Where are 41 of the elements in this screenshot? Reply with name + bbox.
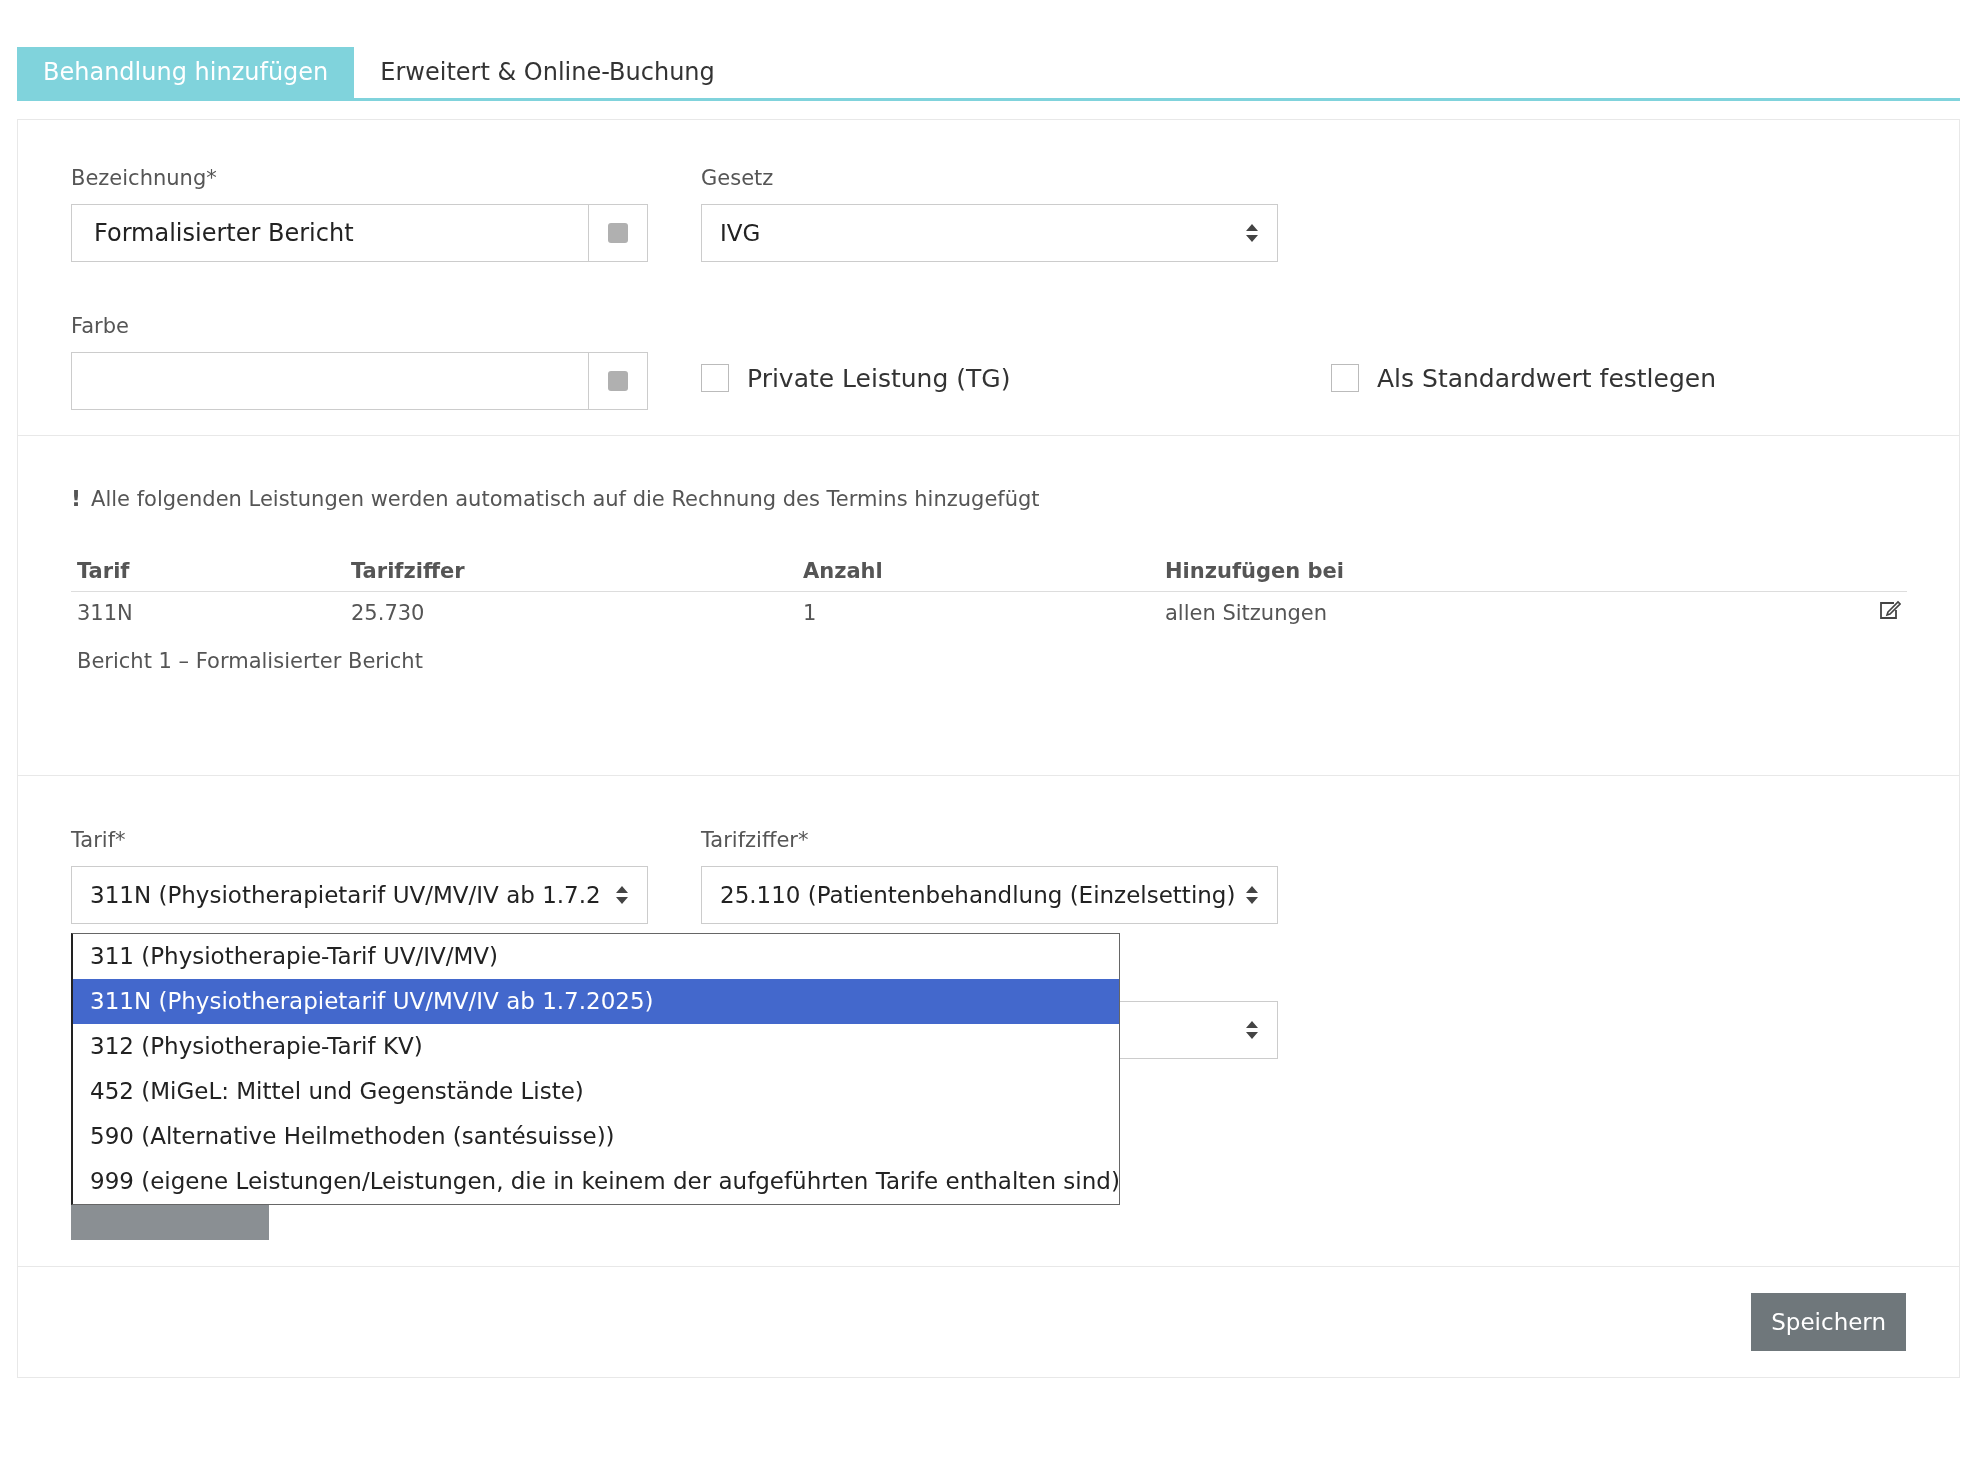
color-swatch-icon — [608, 223, 628, 243]
table-cell: 25.730 — [345, 591, 797, 633]
checkbox-label: Private Leistung (TG) — [747, 363, 1011, 393]
checkbox[interactable] — [1331, 364, 1359, 392]
notice-text: Alle folgenden Leistungen werden automatisch auf die Rechnung des Termins hinzugefügt — [91, 486, 1040, 511]
column-header: Hinzufügen bei — [1159, 551, 1794, 592]
field-label: Tarif* — [71, 828, 127, 852]
exclamation-mark: ! — [71, 486, 82, 511]
field-label: Tarifziffer* — [701, 828, 810, 852]
dropdown-option[interactable]: 999 (eigene Leistungen/Leistungen, die in keinem der aufgeführten Tarife enthalten sind) — [73, 1159, 1119, 1204]
table-cell: 1 — [797, 591, 1159, 633]
field-label: Gesetz — [701, 166, 775, 190]
edit-icon[interactable] — [1879, 600, 1901, 620]
checkbox[interactable] — [701, 364, 729, 392]
row-description: Bericht 1 – Formalisierter Bericht — [76, 648, 424, 673]
field-label: Farbe — [71, 314, 130, 338]
field-label: Bezeichnung* — [71, 166, 218, 190]
color-swatch-icon — [608, 371, 628, 391]
tariff-code-select[interactable]: 25.110 (Patientenbehandlung (Einzelsetting) — [701, 866, 1278, 924]
sort-arrows-icon — [1245, 223, 1259, 243]
table-cell: allen Sitzungen — [1159, 591, 1794, 633]
tariff-select[interactable]: 311N (Physiotherapietarif UV/MV/IV ab 1.7.2 — [71, 866, 648, 924]
column-header: Tarif — [71, 551, 345, 592]
sort-arrows-icon — [1245, 885, 1259, 905]
column-header: Tarifziffer — [345, 551, 797, 592]
checkbox-label: Als Standardwert festlegen — [1377, 363, 1717, 393]
law-select[interactable]: IVG — [701, 204, 1278, 262]
save-button[interactable]: Speichern — [1751, 1293, 1906, 1351]
sort-arrows-icon — [1245, 1020, 1259, 1040]
tab[interactable]: Erweitert & Online-Buchung — [354, 47, 741, 98]
dropdown-option[interactable]: 590 (Alternative Heilmethoden (santésuisse)) — [73, 1114, 1119, 1159]
dropdown-option[interactable]: 311 (Physiotherapie-Tarif UV/IV/MV) — [73, 934, 1119, 979]
column-header: Anzahl — [797, 551, 1159, 592]
dropdown-option[interactable]: 311N (Physiotherapietarif UV/MV/IV ab 1.7.2025) — [73, 979, 1119, 1024]
table-cell: 311N — [71, 591, 345, 633]
color-input-field[interactable] — [71, 352, 648, 410]
dropdown-option[interactable]: 312 (Physiotherapie-Tarif KV) — [73, 1024, 1119, 1069]
button[interactable] — [71, 1204, 269, 1240]
dropdown-option[interactable]: 452 (MiGeL: Mittel und Gegenstände Liste) — [73, 1069, 1119, 1114]
sort-arrows-icon — [615, 885, 629, 905]
name-input-field[interactable]: Formalisierter Bericht — [71, 204, 648, 262]
